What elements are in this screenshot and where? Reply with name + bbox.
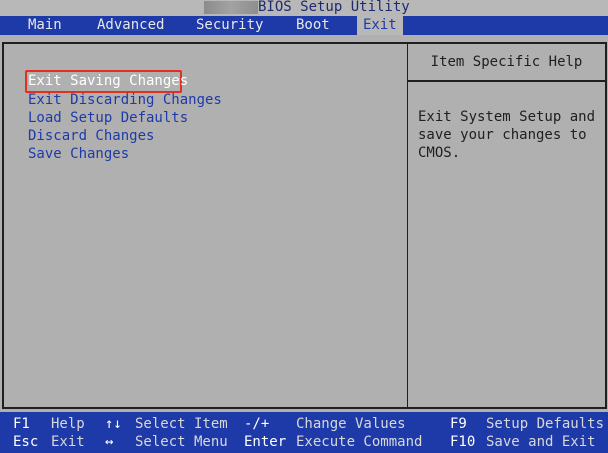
action-execute-command: Execute Command [296,434,423,450]
vendor-logo-redacted [204,1,258,14]
key-f1: F1 [13,416,30,432]
menu-bar: Main Advanced Security Boot Exit [0,16,608,35]
key-f9: F9 [450,416,467,432]
action-help: Help [51,416,85,432]
action-select-item: Select Item [135,416,228,432]
option-discard-changes[interactable]: Discard Changes [28,127,154,145]
exit-options-panel: Exit Saving Changes Exit Discarding Chan… [2,42,409,409]
key-esc: Esc [13,434,39,450]
help-panel: Item Specific Help Exit System Setup and… [407,42,607,409]
action-exit: Exit [51,434,85,450]
option-exit-discarding-changes[interactable]: Exit Discarding Changes [28,91,222,109]
help-text: Exit System Setup and save your changes … [418,109,596,161]
key-left-right: ↔ [105,434,114,450]
title-bar: BIOS Setup Utility [0,0,608,16]
action-save-and-exit: Save and Exit [486,434,596,450]
option-save-changes[interactable]: Save Changes [28,145,129,163]
action-setup-defaults: Setup Defaults [486,416,605,432]
key-minus-plus: -/+ [244,416,270,432]
tab-main[interactable]: Main [28,16,62,35]
tab-exit[interactable]: Exit [357,16,403,35]
key-enter: Enter [244,434,287,450]
key-legend-footer: F1 Help ↑↓ Select Item -/+ Change Values… [0,412,608,453]
tab-boot[interactable]: Boot [296,16,330,35]
action-select-menu: Select Menu [135,434,228,450]
key-f10: F10 [450,434,476,450]
key-up-down: ↑↓ [105,416,122,432]
help-title: Item Specific Help [408,44,605,82]
option-exit-saving-changes[interactable]: Exit Saving Changes [28,72,188,90]
tab-advanced[interactable]: Advanced [97,16,164,35]
tab-security[interactable]: Security [196,16,263,35]
option-load-setup-defaults[interactable]: Load Setup Defaults [28,109,188,127]
window-title: BIOS Setup Utility [258,0,410,15]
action-change-values: Change Values [296,416,406,432]
